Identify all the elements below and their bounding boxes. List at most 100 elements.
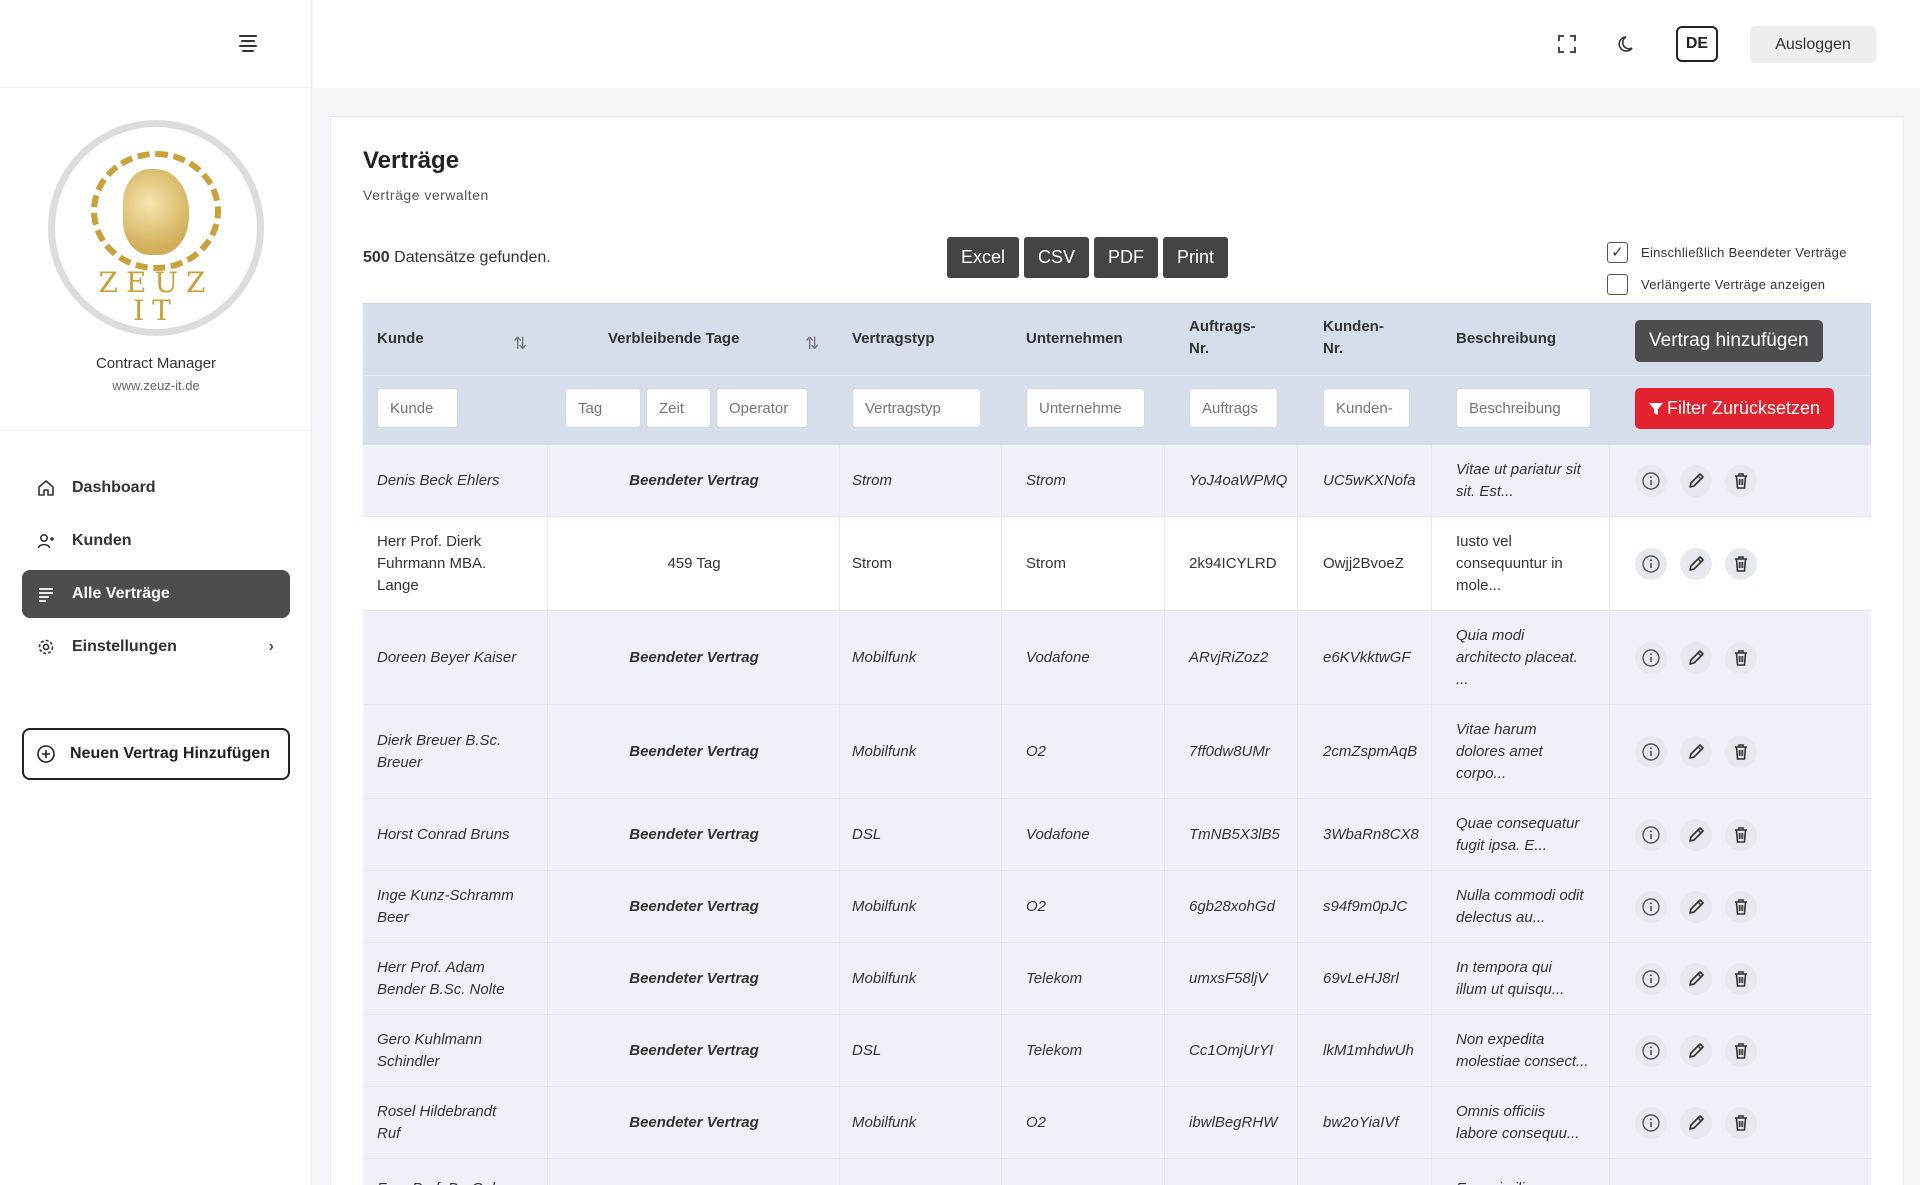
filter-row: Filter Zurücksetzen xyxy=(363,375,1871,445)
info-icon[interactable] xyxy=(1635,641,1667,674)
add-contract-button[interactable]: Vertrag hinzufügen xyxy=(1635,320,1823,362)
filter-beschreibung-input[interactable] xyxy=(1456,388,1591,428)
delete-trash-icon[interactable] xyxy=(1725,735,1757,768)
table-row[interactable]: Herr Prof. Adam Bender B.Sc. Nolte Beendet… xyxy=(363,943,1871,1015)
cell-beschreibung: Eum similique xyxy=(1456,1178,1549,1185)
table-row[interactable]: Denis Beck Ehlers Beendeter Vertrag Strom S… xyxy=(363,445,1871,517)
company-logo: ZEUZ IT xyxy=(48,120,264,336)
cell-beschreibung: Vitae ut pariatur sit sit. Est... xyxy=(1456,460,1581,500)
delete-trash-icon[interactable] xyxy=(1725,1034,1757,1067)
info-icon[interactable] xyxy=(1635,547,1667,580)
dark-mode-moon-icon[interactable] xyxy=(1616,32,1640,56)
export-excel-button[interactable]: Excel xyxy=(947,237,1020,278)
language-switch[interactable]: DE xyxy=(1676,26,1718,62)
cell-auftrag: Cc1OmjUrYI xyxy=(1189,1041,1274,1059)
table-row[interactable]: Frau Prof. Dr. Gaby Eum similique xyxy=(363,1159,1871,1185)
sidebar-item-einstellungen[interactable]: Einstellungen › xyxy=(22,623,290,671)
cell-unternehmen: O2 xyxy=(1026,742,1047,760)
print-button[interactable]: Print xyxy=(1163,237,1229,278)
delete-trash-icon[interactable] xyxy=(1725,818,1757,851)
new-contract-button[interactable]: Neuen Vertrag Hinzufügen xyxy=(22,728,290,780)
filter-unternehmen-input[interactable] xyxy=(1026,388,1145,428)
cell-kundennr: bw2oYiaIVf xyxy=(1323,1113,1399,1131)
sidebar-item-label: Einstellungen xyxy=(72,638,177,655)
header-kunde[interactable]: Kunde xyxy=(377,328,424,350)
table-row[interactable]: Dierk Breuer B.Sc. Breuer Beendeter Vertra… xyxy=(363,705,1871,799)
edit-pencil-icon[interactable] xyxy=(1680,464,1712,497)
column-divider xyxy=(1164,445,1165,516)
edit-pencil-icon[interactable] xyxy=(1680,962,1712,995)
cell-typ: Strom xyxy=(852,554,893,572)
edit-pencil-icon[interactable] xyxy=(1680,735,1712,768)
include-ended-checkbox[interactable]: ✓ Einschließlich Beendeter Verträge xyxy=(1607,241,1847,263)
cell-typ: DSL xyxy=(852,1041,882,1059)
delete-trash-icon[interactable] xyxy=(1725,464,1757,497)
reset-filter-button[interactable]: Filter Zurücksetzen xyxy=(1635,388,1835,429)
column-divider xyxy=(547,1087,548,1158)
cell-tage: Beendeter Vertrag xyxy=(629,897,759,915)
record-count-number: 500 xyxy=(363,249,390,266)
filter-tag-input[interactable] xyxy=(565,388,641,428)
info-icon[interactable] xyxy=(1635,464,1667,497)
table-row[interactable]: Rosel Hildebrandt Ruf Beendeter Vertrag Mob… xyxy=(363,1087,1871,1159)
filter-operator-input[interactable] xyxy=(716,388,808,428)
cell-kunde: Inge Kunz-Schramm Beer xyxy=(377,886,514,926)
cell-typ: Mobilfunk xyxy=(852,969,917,987)
info-icon[interactable] xyxy=(1635,735,1667,768)
table-row[interactable]: Herr Prof. Dierk Fuhrmann MBA. Lange 459 Ta… xyxy=(363,517,1871,611)
column-divider xyxy=(839,1159,840,1185)
column-divider xyxy=(1164,943,1165,1014)
cell-auftrag: TmNB5X3lB5 xyxy=(1189,825,1280,843)
sidebar-item-alle-vertraege[interactable]: Alle Verträge xyxy=(22,570,290,618)
cell-beschreibung: Iusto vel consequuntur in mole... xyxy=(1456,532,1563,594)
filter-kunde-input[interactable] xyxy=(377,388,458,428)
delete-trash-icon[interactable] xyxy=(1725,641,1757,674)
menu-toggle-icon[interactable] xyxy=(238,35,260,52)
delete-trash-icon[interactable] xyxy=(1725,547,1757,580)
filter-vertragstyp-input[interactable] xyxy=(852,388,981,428)
edit-pencil-icon[interactable] xyxy=(1680,1106,1712,1139)
sidebar-item-kunden[interactable]: Kunden xyxy=(22,517,290,565)
column-divider xyxy=(1297,445,1298,516)
table-row[interactable]: Gero Kuhlmann Schindler Beendeter Vertrag D… xyxy=(363,1015,1871,1087)
table-row[interactable]: Doreen Beyer Kaiser Beendeter Vertrag Mobi… xyxy=(363,611,1871,705)
user-icon xyxy=(36,531,56,551)
table-body: Denis Beck Ehlers Beendeter Vertrag Strom S… xyxy=(363,445,1871,1185)
info-icon[interactable] xyxy=(1635,890,1667,923)
edit-pencil-icon[interactable] xyxy=(1680,818,1712,851)
filter-kunden-nr-input[interactable] xyxy=(1323,388,1410,428)
info-icon[interactable] xyxy=(1635,1034,1667,1067)
show-extended-checkbox[interactable]: Verlängerte Verträge anzeigen xyxy=(1607,273,1847,295)
table-row[interactable]: Horst Conrad Bruns Beendeter Vertrag DSL Vo… xyxy=(363,799,1871,871)
cell-tage: Beendeter Vertrag xyxy=(629,1113,759,1131)
fullscreen-icon[interactable] xyxy=(1555,32,1579,56)
filter-zeit-input[interactable] xyxy=(646,388,711,428)
record-count-suffix: Datensätze gefunden. xyxy=(394,249,551,266)
cell-typ: Strom xyxy=(852,471,893,489)
info-icon[interactable] xyxy=(1635,1106,1667,1139)
info-icon[interactable] xyxy=(1635,962,1667,995)
delete-trash-icon[interactable] xyxy=(1725,890,1757,923)
edit-pencil-icon[interactable] xyxy=(1680,641,1712,674)
delete-trash-icon[interactable] xyxy=(1725,962,1757,995)
export-pdf-button[interactable]: PDF xyxy=(1094,237,1159,278)
table-row[interactable]: Inge Kunz-Schramm Beer Beendeter Vertrag Mo… xyxy=(363,871,1871,943)
contracts-card: Verträge Verträge verwalten 500 Datensät… xyxy=(330,116,1904,1185)
info-icon[interactable] xyxy=(1635,818,1667,851)
sidebar-item-dashboard[interactable]: Dashboard xyxy=(22,464,290,512)
column-divider xyxy=(1001,1159,1002,1185)
column-divider xyxy=(1164,705,1165,798)
delete-trash-icon[interactable] xyxy=(1725,1106,1757,1139)
export-csv-button[interactable]: CSV xyxy=(1024,237,1090,278)
edit-pencil-icon[interactable] xyxy=(1680,547,1712,580)
header-verbleibende-tage[interactable]: Verbleibende Tage xyxy=(608,328,739,350)
column-divider xyxy=(1431,705,1432,798)
edit-pencil-icon[interactable] xyxy=(1680,890,1712,923)
sort-icon[interactable]: ⇅ xyxy=(513,334,527,354)
filter-auftrags-input[interactable] xyxy=(1189,388,1278,428)
cell-kunde: Herr Prof. Dierk Fuhrmann MBA. Lange xyxy=(377,532,487,594)
checkmark-icon: ✓ xyxy=(1607,241,1628,263)
logout-button[interactable]: Ausloggen xyxy=(1750,26,1876,63)
edit-pencil-icon[interactable] xyxy=(1680,1034,1712,1067)
sort-icon[interactable]: ⇅ xyxy=(805,334,819,354)
